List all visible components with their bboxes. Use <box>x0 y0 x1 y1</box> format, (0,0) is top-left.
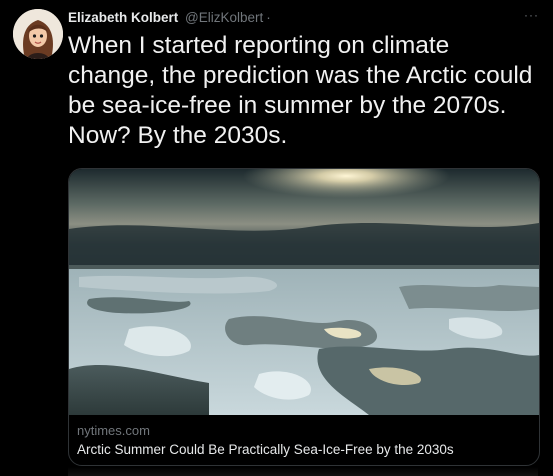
tweet-text: When I started reporting on climate chan… <box>68 32 533 149</box>
link-card[interactable]: nytimes.com Arctic Summer Could Be Pract… <box>68 168 540 466</box>
card-title: Arctic Summer Could Be Practically Sea-I… <box>77 442 454 457</box>
author-handle[interactable]: @ElizKolbert <box>185 10 263 25</box>
handle-separator: · <box>266 10 271 25</box>
card-image[interactable] <box>69 169 539 415</box>
avatar[interactable] <box>13 9 63 59</box>
tweet[interactable]: Elizabeth Kolbert @ElizKolbert · ··· When… <box>0 0 553 476</box>
card-domain: nytimes.com <box>77 423 150 438</box>
more-options-icon[interactable]: ··· <box>524 6 539 24</box>
divider <box>68 467 538 476</box>
avatar-illustration <box>13 9 63 59</box>
author-name[interactable]: Elizabeth Kolbert <box>68 10 178 25</box>
tweet-header: Elizabeth Kolbert @ElizKolbert · ··· <box>68 6 539 27</box>
